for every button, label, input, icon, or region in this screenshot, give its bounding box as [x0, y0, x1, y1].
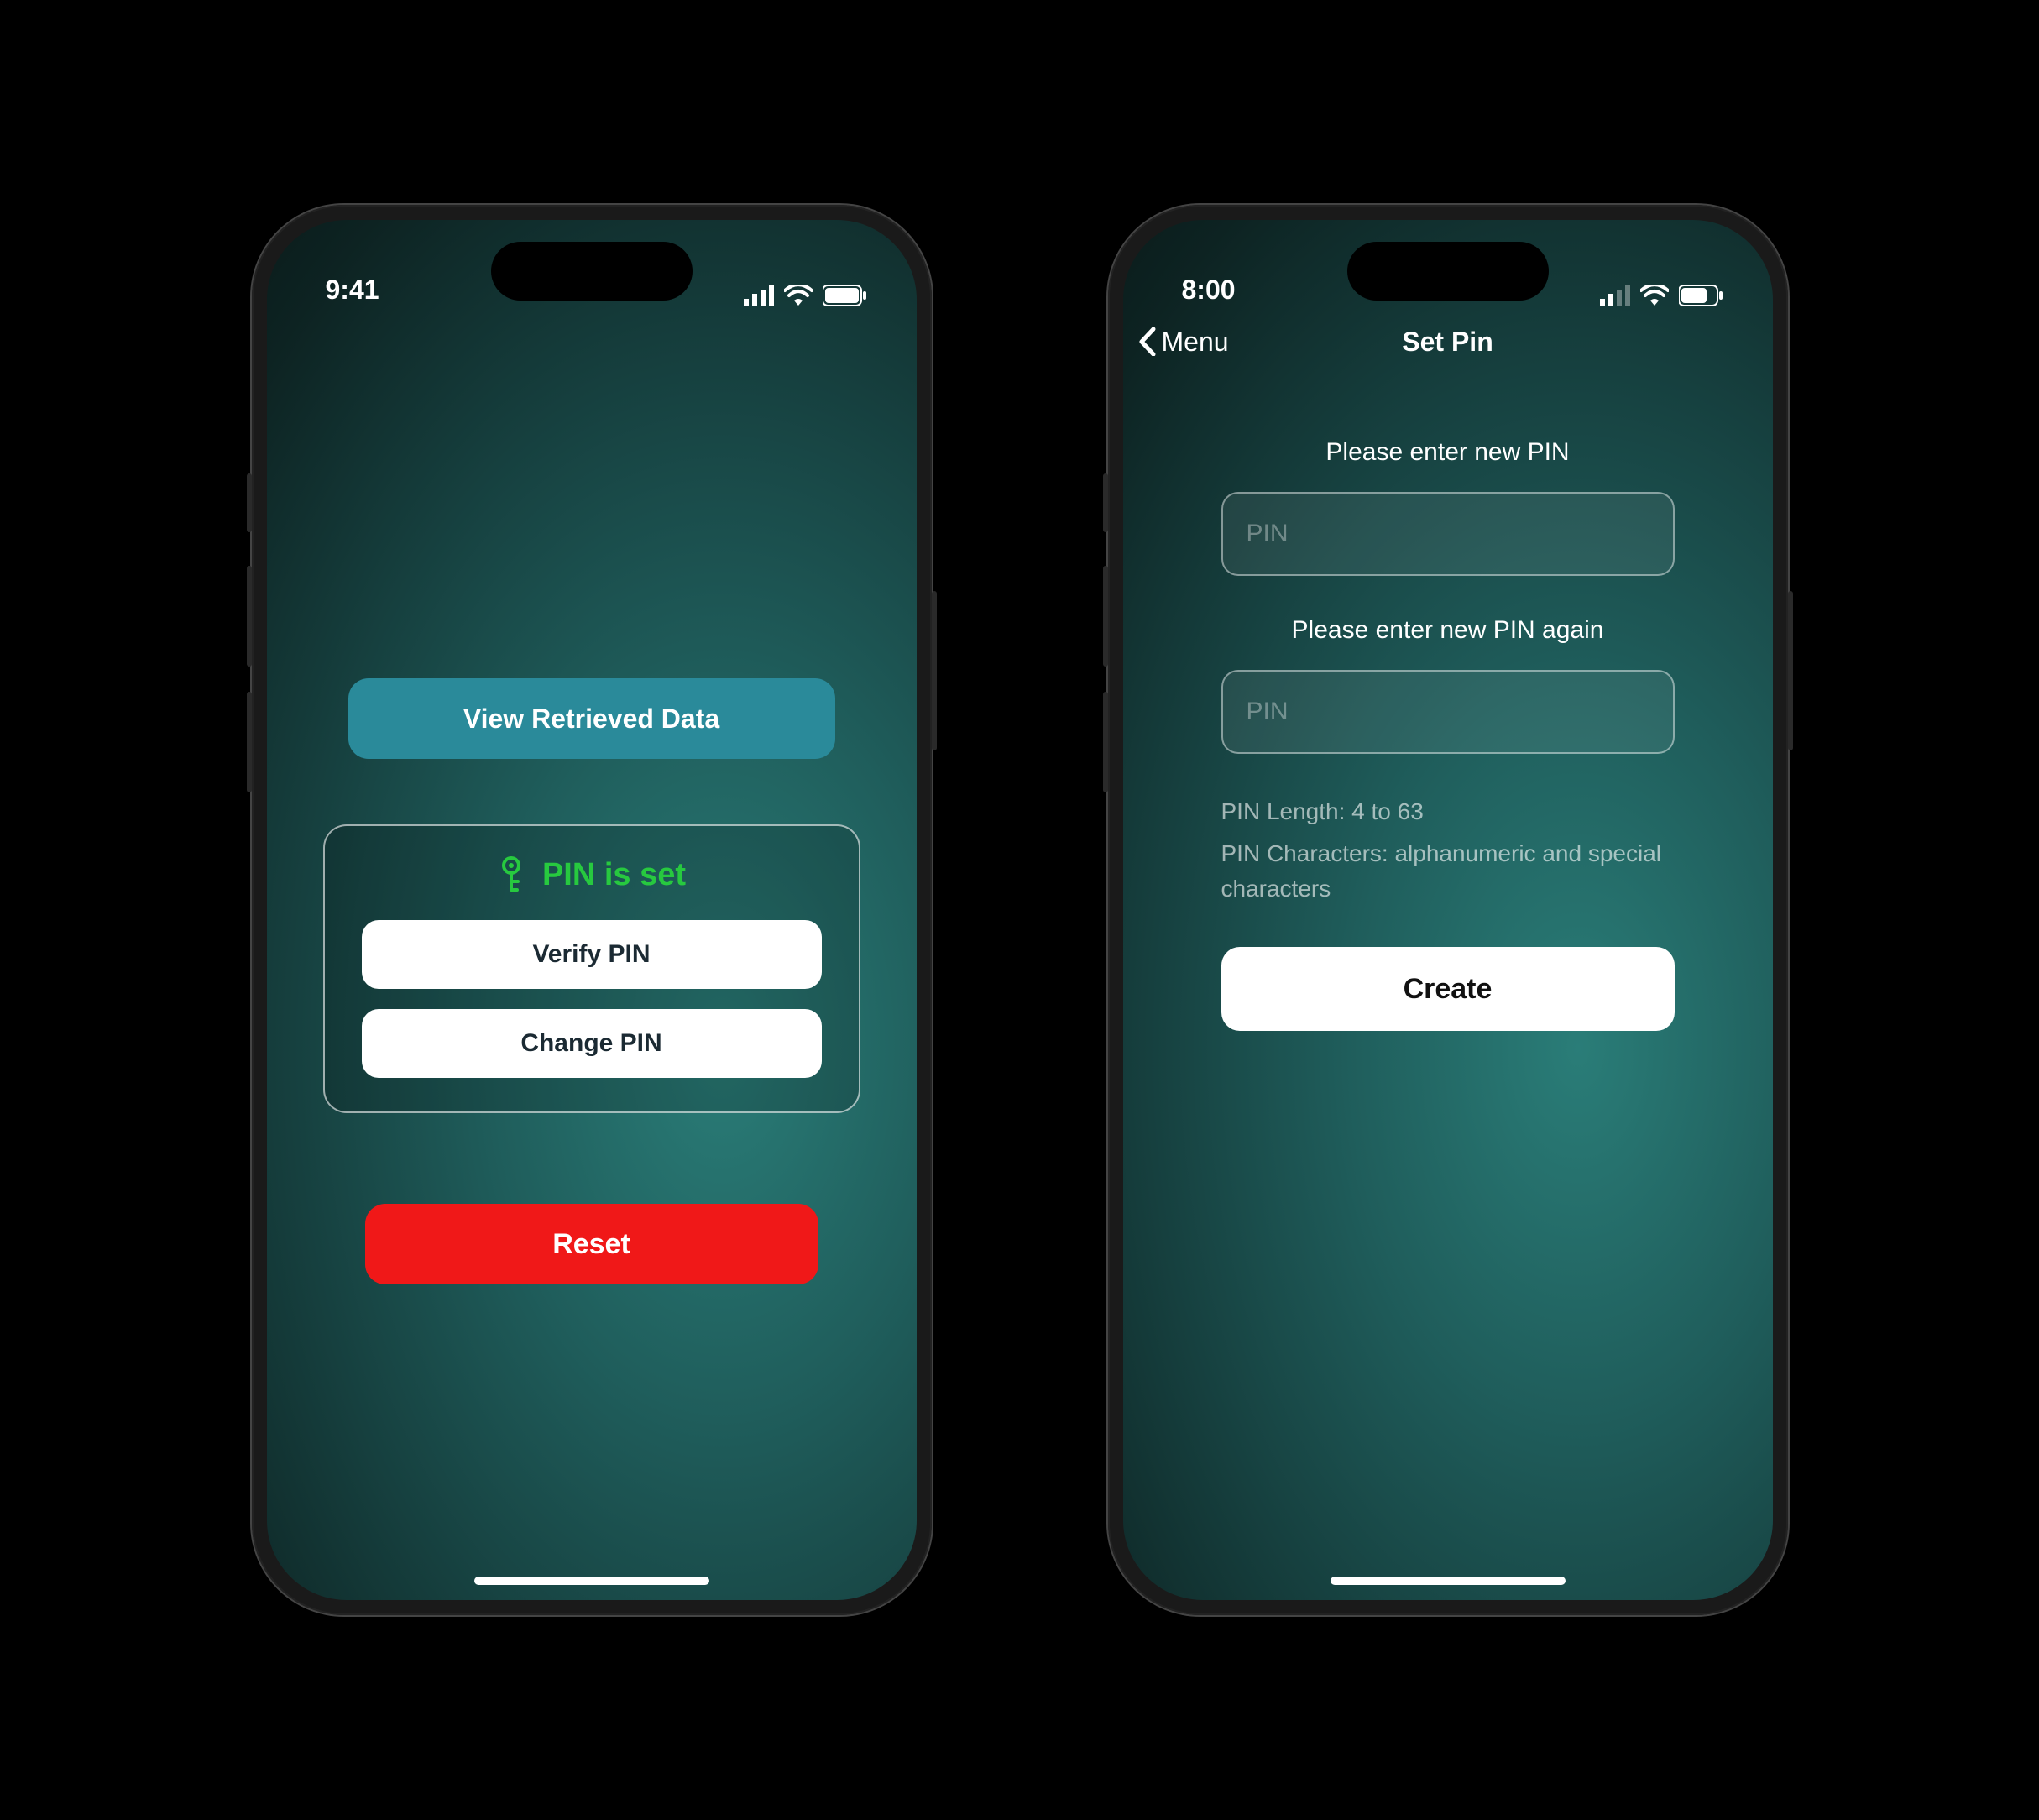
phone-mock-right: 8:00 Menu Set Pin Please enter new PIN P…: [1108, 205, 1788, 1615]
home-indicator[interactable]: [474, 1577, 709, 1585]
volume-button: [247, 692, 252, 792]
status-time: 9:41: [326, 275, 379, 306]
pin-status-header: PIN is set: [497, 856, 686, 893]
verify-pin-button[interactable]: Verify PIN: [362, 920, 822, 989]
page-title: Set Pin: [1402, 327, 1493, 358]
change-pin-button[interactable]: Change PIN: [362, 1009, 822, 1078]
status-time: 8:00: [1182, 275, 1236, 306]
back-label: Menu: [1162, 327, 1229, 358]
dynamic-island: [491, 242, 693, 301]
view-retrieved-data-label: View Retrieved Data: [463, 703, 719, 735]
dynamic-island: [1347, 242, 1549, 301]
pin-chars-hint: PIN Characters: alphanumeric and special…: [1221, 836, 1675, 907]
status-indicators: [744, 285, 866, 306]
wifi-icon: [784, 285, 813, 306]
reset-button[interactable]: Reset: [365, 1204, 818, 1284]
verify-pin-label: Verify PIN: [532, 940, 650, 969]
pin-prompt-1: Please enter new PIN: [1325, 438, 1569, 467]
create-button[interactable]: Create: [1221, 947, 1675, 1031]
home-indicator[interactable]: [1331, 1577, 1566, 1585]
pin-prompt-2: Please enter new PIN again: [1292, 616, 1604, 645]
volume-button: [1103, 566, 1108, 667]
cellular-icon: [744, 285, 774, 306]
pin-status-card: PIN is set Verify PIN Change PIN: [323, 824, 860, 1113]
pin-status-label: PIN is set: [542, 857, 686, 893]
pin-length-hint: PIN Length: 4 to 63: [1221, 794, 1675, 829]
power-button: [932, 591, 937, 750]
battery-icon: [1679, 285, 1723, 306]
view-retrieved-data-button[interactable]: View Retrieved Data: [348, 678, 835, 759]
volume-button: [1103, 692, 1108, 792]
back-button[interactable]: Menu: [1123, 327, 1229, 358]
nav-bar: Menu Set Pin: [1123, 312, 1773, 371]
battery-icon: [823, 285, 866, 306]
wifi-icon: [1640, 285, 1669, 306]
status-indicators: [1600, 285, 1723, 306]
volume-button: [247, 473, 252, 532]
change-pin-label: Change PIN: [520, 1029, 661, 1058]
screen-set-pin: 8:00 Menu Set Pin Please enter new PIN P…: [1123, 220, 1773, 1600]
reset-label: Reset: [552, 1228, 630, 1261]
screen-pin-home: 9:41 View Retrieved Data PIN is set Veri…: [267, 220, 917, 1600]
phone-mock-left: 9:41 View Retrieved Data PIN is set Veri…: [252, 205, 932, 1615]
pin-field-2[interactable]: [1221, 670, 1675, 754]
chevron-left-icon: [1138, 327, 1157, 356]
key-icon: [497, 856, 525, 893]
volume-button: [247, 566, 252, 667]
cellular-icon: [1600, 285, 1630, 306]
volume-button: [1103, 473, 1108, 532]
pin-field-1[interactable]: [1221, 492, 1675, 576]
power-button: [1788, 591, 1793, 750]
create-label: Create: [1404, 973, 1493, 1006]
